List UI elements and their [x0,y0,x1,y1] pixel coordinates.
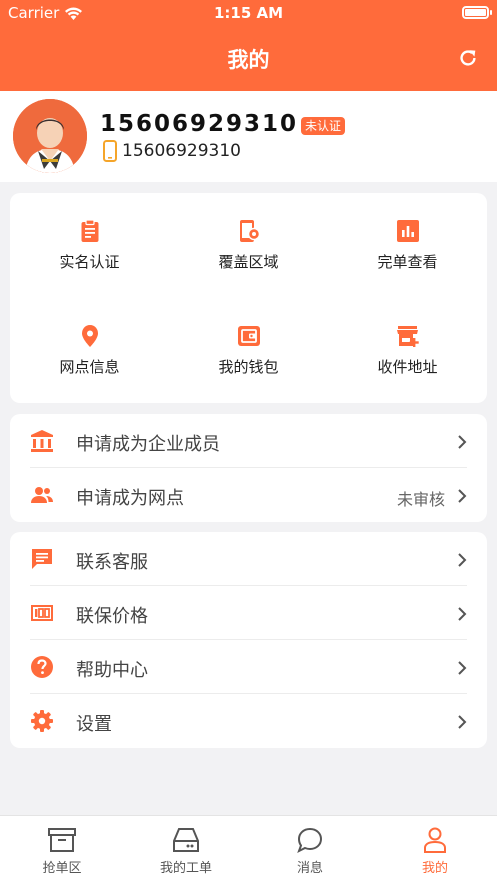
chevron-right-icon [458,553,467,567]
drive-tray-icon [173,828,199,852]
inbox-box-icon [48,828,76,852]
chevron-right-icon [458,607,467,621]
chevron-right-icon [458,489,467,503]
settings-gear-icon [31,710,53,732]
grid-item-outlet-info[interactable]: 网点信息 [10,298,169,403]
grid-item-shipping-address[interactable]: 收件地址 [328,298,487,403]
phone-number: 15606929310 [122,141,241,161]
grid-label: 网点信息 [59,358,120,376]
help-icon [31,656,53,678]
refresh-icon[interactable] [457,47,479,69]
menu-settings-row[interactable]: 设置 [10,694,487,748]
user-avatar-icon[interactable] [13,99,87,173]
tab-label: 我的工单 [159,861,212,876]
phone-row: 15606929310 [103,140,241,162]
row-label: 设置 [76,714,112,735]
grid-item-coverage-area[interactable]: 覆盖区域 [169,193,328,298]
tab-my-work-orders[interactable]: 我的工单 [124,816,248,883]
page-title: 我的 [227,48,270,72]
grid-item-real-name-auth[interactable]: 实名认证 [10,193,169,298]
menu-help-center-row[interactable]: 帮助中心 [10,640,487,694]
grid-item-completed-orders[interactable]: 完单查看 [328,193,487,298]
mobile-phone-icon [103,140,117,162]
row-label: 帮助中心 [76,660,148,681]
chevron-right-icon [458,661,467,675]
battery-icon [462,6,492,19]
status-bar: Carrier 1:15 AM [0,0,497,26]
top-bar: Carrier 1:15 AM 我的 [0,0,497,91]
user-name: 15606929310 [100,111,299,137]
apply-outlet-row[interactable]: 申请成为网点 未审核 [10,468,487,522]
tab-label: 抢单区 [42,861,82,876]
price-tag-icon [31,605,53,621]
clipboard-icon [81,219,98,242]
bottom-tab-bar: 抢单区 我的工单 消息 我的 [0,815,497,883]
apply-card: 申请成为企业成员 申请成为网点 未审核 [10,414,487,522]
tab-label: 我的 [421,861,448,876]
function-grid: 实名认证 覆盖区域 完单查看 网点信息 我的钱包 收件地址 [10,193,487,403]
tab-mine[interactable]: 我的 [373,816,497,883]
grid-label: 收件地址 [377,358,438,376]
tab-messages[interactable]: 消息 [248,816,372,883]
apply-enterprise-member-row[interactable]: 申请成为企业成员 [10,414,487,468]
row-label: 申请成为企业成员 [76,434,220,455]
chevron-right-icon [458,435,467,449]
grid-label: 实名认证 [59,253,120,271]
verification-status-badge: 未认证 [301,117,346,135]
tab-label: 消息 [296,861,323,876]
row-label: 联系客服 [76,552,148,573]
menu-warranty-price-row[interactable]: 联保价格 [10,586,487,640]
menu-customer-service-row[interactable]: 联系客服 [10,532,487,586]
wallet-icon [237,326,260,346]
chevron-right-icon [458,715,467,729]
bank-icon [31,430,53,452]
device-settings-icon [239,220,260,242]
grid-item-my-wallet[interactable]: 我的钱包 [169,298,328,403]
chat-message-icon [32,549,52,569]
grid-label: 我的钱包 [218,358,279,376]
row-label: 联保价格 [76,606,148,627]
profile-header[interactable]: 15606929310 未认证 15606929310 [0,91,497,182]
grid-label: 覆盖区域 [218,253,279,271]
grid-label: 完单查看 [377,253,438,271]
location-pin-icon [81,325,98,347]
store-add-icon [396,326,419,347]
review-status-value: 未审核 [396,490,445,509]
chat-bubble-icon [297,827,323,854]
row-label: 申请成为网点 [76,488,184,509]
status-time: 1:15 AM [213,4,284,22]
people-icon [31,487,53,503]
person-icon [424,827,446,853]
menu-card: 联系客服 联保价格 帮助中心 设置 [10,532,487,748]
tab-grab-orders[interactable]: 抢单区 [0,816,124,883]
bar-chart-icon [396,220,419,242]
